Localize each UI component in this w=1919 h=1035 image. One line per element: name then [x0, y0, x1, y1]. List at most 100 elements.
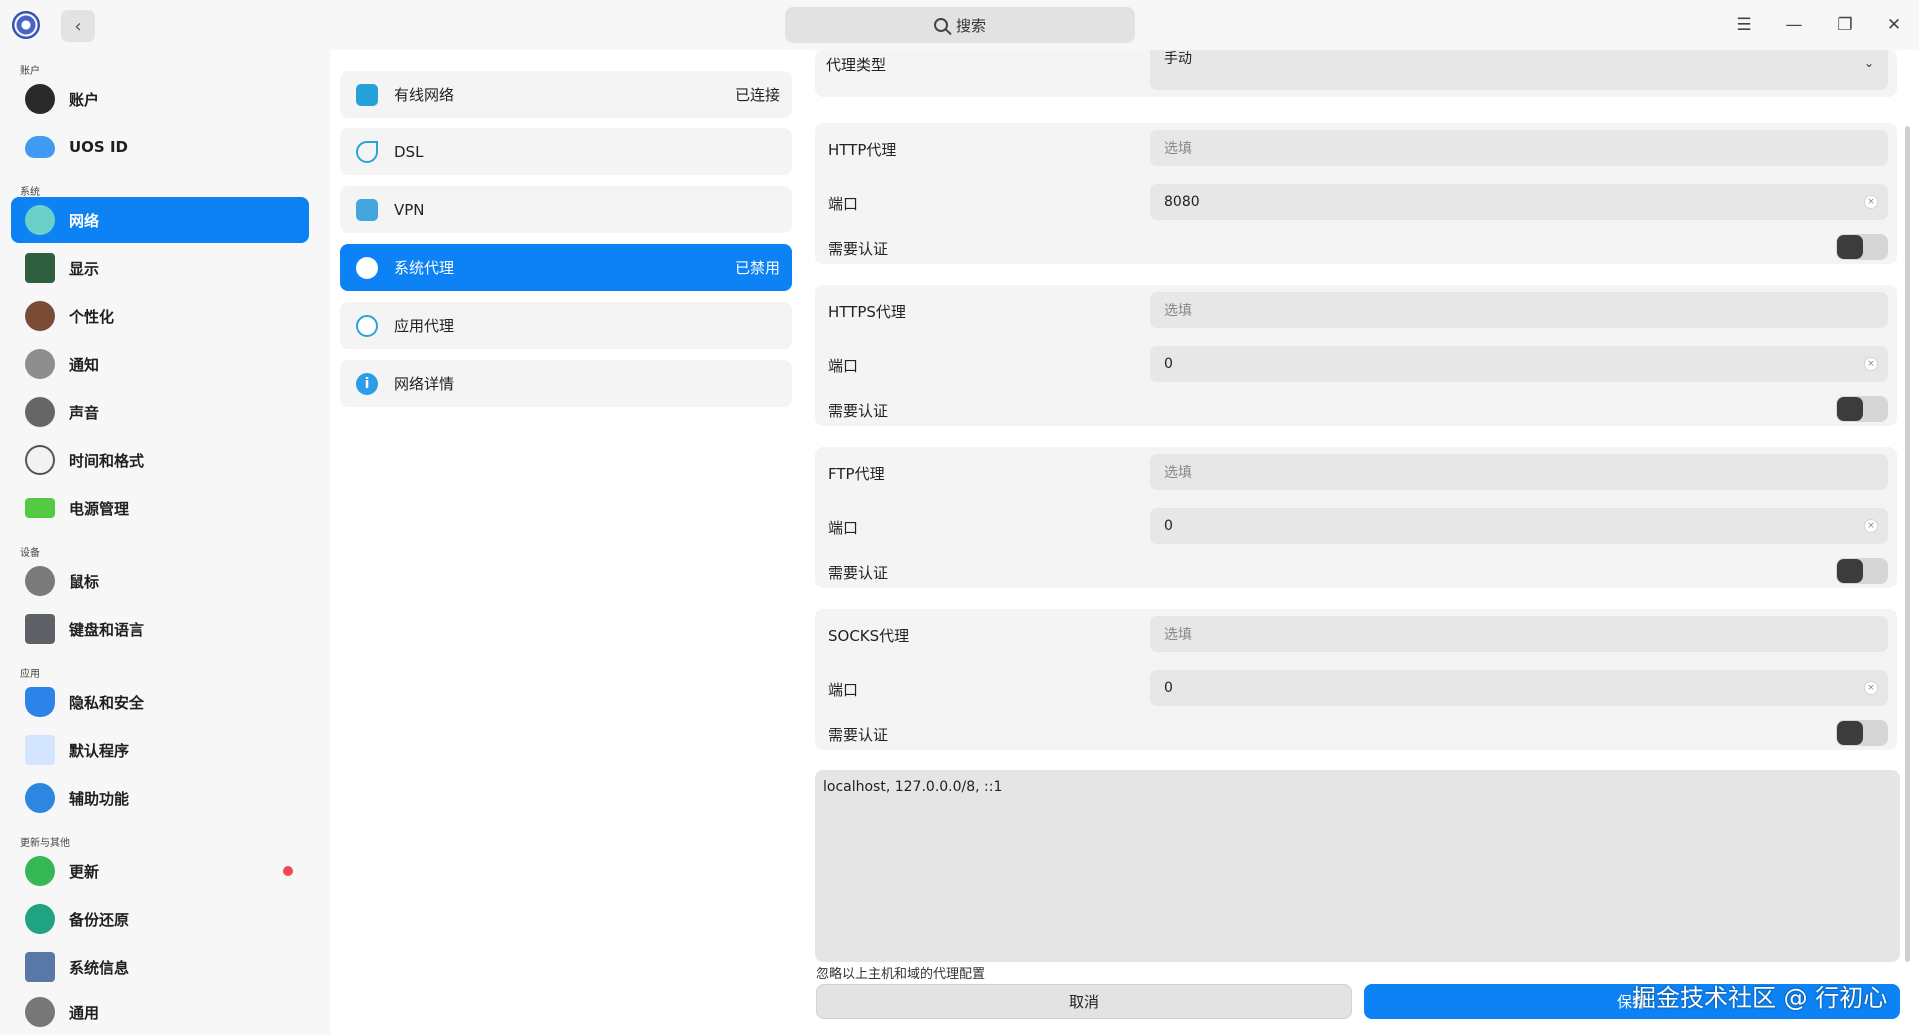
sidebar-item-notification[interactable]: 通知 — [11, 341, 309, 387]
clear-icon[interactable]: × — [1864, 681, 1878, 695]
menu-icon[interactable]: ☰ — [1728, 10, 1760, 40]
sidebar-item-label: 账户 — [69, 90, 100, 109]
sidebar-item-default-apps[interactable]: 默认程序 — [11, 727, 309, 773]
sidebar-item-label: 电源管理 — [69, 499, 130, 518]
app-proxy-icon — [356, 314, 378, 337]
cancel-button[interactable]: 取消 — [816, 984, 1352, 1019]
chevron-down-icon: ⌄ — [1863, 56, 1874, 70]
toggle-knob — [1837, 235, 1863, 259]
sidebar-group-system: 系统 — [20, 187, 40, 198]
clock-icon — [25, 445, 55, 475]
sidebar-item-accessibility[interactable]: 辅助功能 — [11, 775, 309, 821]
bell-icon — [25, 349, 55, 379]
toggle-knob — [1837, 721, 1863, 745]
network-menu-status: 已连接 — [734, 86, 780, 104]
update-badge — [283, 866, 293, 876]
backup-icon — [25, 904, 55, 934]
update-icon — [25, 856, 55, 886]
close-icon[interactable]: ✕ — [1878, 10, 1910, 40]
sidebar-item-sound[interactable]: 声音 — [11, 389, 309, 435]
https-auth-label: 需要认证 — [828, 402, 889, 420]
sidebar-item-account[interactable]: 账户 — [11, 76, 309, 122]
socks-auth-toggle[interactable] — [1836, 720, 1888, 746]
cloud-icon — [25, 136, 55, 158]
clear-icon[interactable]: × — [1864, 519, 1878, 533]
http-auth-toggle[interactable] — [1836, 234, 1888, 260]
https-port-label: 端口 — [828, 357, 859, 375]
socks-port-input[interactable]: 0 × — [1150, 670, 1888, 706]
info-icon: i — [356, 372, 378, 395]
sidebar-group-update-other: 更新与其他 — [20, 838, 70, 849]
sidebar-item-datetime[interactable]: 时间和格式 — [11, 437, 309, 483]
user-icon — [25, 84, 55, 114]
sidebar-item-display[interactable]: 显示 — [11, 245, 309, 291]
network-menu-details[interactable]: i 网络详情 — [340, 360, 792, 407]
https-proxy-label: HTTPS代理 — [828, 303, 906, 321]
toggle-knob — [1837, 559, 1863, 583]
proxy-type-value: 手动 — [1164, 51, 1192, 67]
sidebar-item-mouse[interactable]: 鼠标 — [11, 558, 309, 604]
network-menu-app-proxy[interactable]: 应用代理 — [340, 302, 792, 349]
network-menu-label: 应用代理 — [394, 317, 455, 335]
mouse-icon — [25, 566, 55, 596]
back-button[interactable]: ‹ — [61, 10, 95, 42]
keyboard-icon — [25, 614, 55, 644]
http-port-input[interactable]: 8080 × — [1150, 184, 1888, 220]
sidebar-item-label: 显示 — [69, 259, 100, 278]
palette-icon — [25, 301, 55, 331]
search-input[interactable]: 搜索 — [785, 7, 1135, 43]
proxy-type-card: 代理类型 手动 ⌄ — [815, 50, 1897, 97]
sidebar-item-general[interactable]: 通用 — [11, 992, 309, 1032]
network-menu-label: 网络详情 — [394, 375, 455, 393]
system-info-icon — [25, 952, 55, 982]
sidebar-item-label: 鼠标 — [69, 572, 100, 591]
http-port-label: 端口 — [828, 195, 859, 213]
sidebar-item-system-info[interactable]: 系统信息 — [11, 944, 309, 990]
title-bar: ‹ 搜索 ☰ — ❐ ✕ — [0, 0, 1919, 50]
dsl-icon — [356, 140, 378, 163]
ignore-hosts-textarea[interactable]: localhost, 127.0.0.0/8, ::1 — [815, 770, 1900, 962]
sidebar-item-personalization[interactable]: 个性化 — [11, 293, 309, 339]
sidebar-item-keyboard[interactable]: 键盘和语言 — [11, 606, 309, 652]
sidebar-item-update[interactable]: 更新 — [11, 848, 309, 894]
sidebar-item-label: 更新 — [69, 862, 100, 881]
sidebar-item-label: 隐私和安全 — [69, 693, 145, 712]
sidebar-group-device: 设备 — [20, 548, 40, 559]
sidebar-item-privacy[interactable]: 隐私和安全 — [11, 679, 309, 725]
vpn-icon — [356, 198, 378, 221]
accessibility-icon — [25, 783, 55, 813]
https-auth-toggle[interactable] — [1836, 396, 1888, 422]
http-port-value: 8080 — [1164, 194, 1200, 210]
general-icon — [25, 997, 55, 1027]
sidebar-item-network[interactable]: 网络 — [11, 197, 309, 243]
minimize-icon[interactable]: — — [1778, 10, 1810, 40]
network-menu-wired[interactable]: 有线网络 已连接 — [340, 71, 792, 118]
network-menu-label: DSL — [394, 142, 424, 161]
clear-icon[interactable]: × — [1864, 195, 1878, 209]
sidebar-item-uos-id[interactable]: UOS ID — [11, 124, 309, 170]
sidebar-item-label: 个性化 — [69, 307, 115, 326]
network-menu-vpn[interactable]: VPN — [340, 186, 792, 233]
sidebar-item-backup[interactable]: 备份还原 — [11, 896, 309, 942]
network-menu-dsl[interactable]: DSL — [340, 128, 792, 175]
socks-proxy-input[interactable]: 选填 — [1150, 616, 1888, 652]
display-icon — [25, 253, 55, 283]
network-menu-system-proxy[interactable]: 系统代理 已禁用 — [340, 244, 792, 291]
network-menu-label: 系统代理 — [394, 259, 455, 277]
ftp-port-label: 端口 — [828, 519, 859, 537]
ftp-auth-toggle[interactable] — [1836, 558, 1888, 584]
http-auth-label: 需要认证 — [828, 240, 889, 258]
proxy-type-select[interactable]: 手动 ⌄ — [1150, 50, 1888, 90]
ftp-port-input[interactable]: 0 × — [1150, 508, 1888, 544]
https-proxy-input[interactable]: 选填 — [1150, 292, 1888, 328]
ftp-proxy-input[interactable]: 选填 — [1150, 454, 1888, 490]
https-port-input[interactable]: 0 × — [1150, 346, 1888, 382]
sidebar-item-label: 通用 — [69, 1003, 100, 1022]
speaker-icon — [25, 397, 55, 427]
maximize-icon[interactable]: ❐ — [1829, 10, 1861, 40]
clear-icon[interactable]: × — [1864, 357, 1878, 371]
battery-icon — [25, 498, 55, 518]
http-proxy-input[interactable]: 选填 — [1150, 130, 1888, 166]
scrollbar[interactable] — [1905, 126, 1910, 962]
sidebar-item-power[interactable]: 电源管理 — [11, 485, 309, 531]
